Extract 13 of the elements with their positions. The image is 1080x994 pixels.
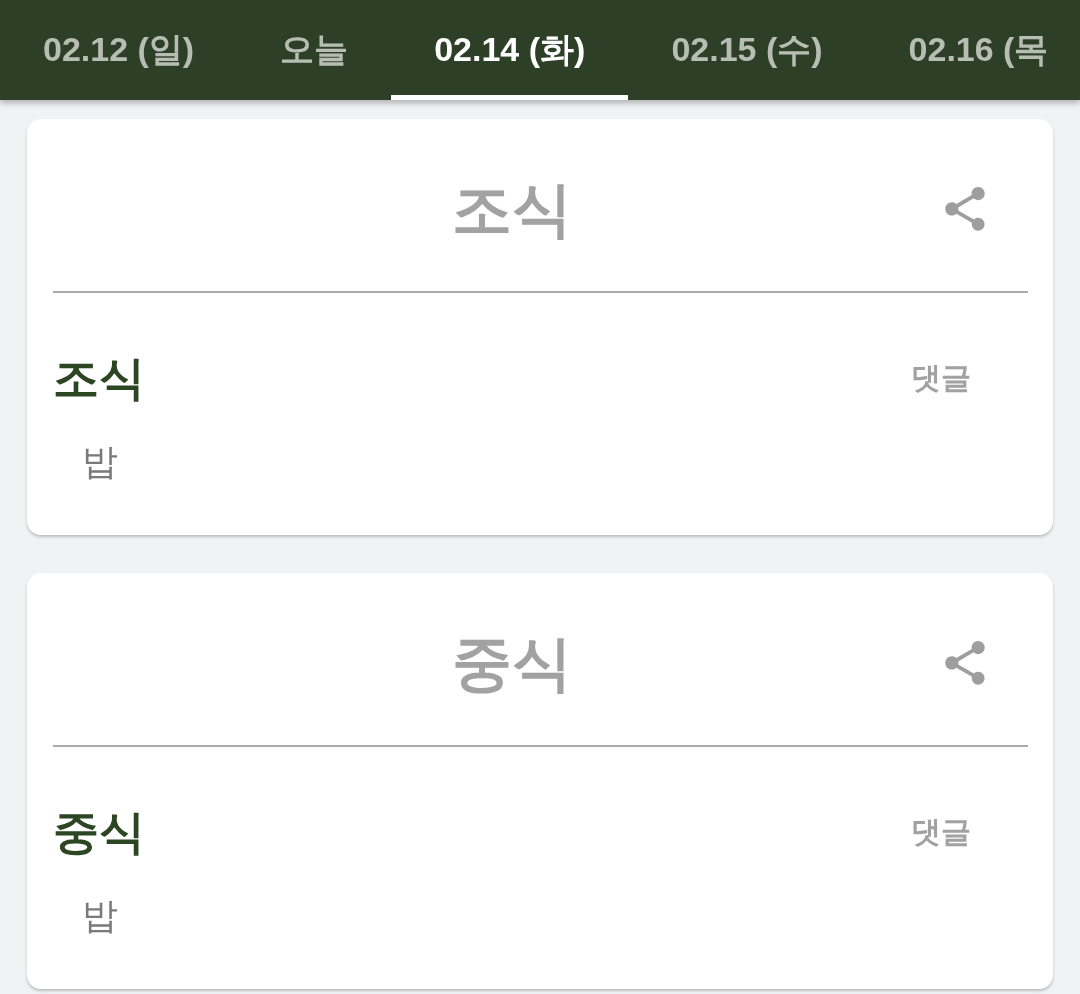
date-tab[interactable]: 02.16 (목 <box>865 0 1049 100</box>
share-icon[interactable] <box>945 641 985 685</box>
meal-heading: 중식 <box>53 805 145 860</box>
meal-heading: 조식 <box>53 351 145 406</box>
date-tab[interactable]: 오늘 <box>237 0 392 100</box>
meal-title: 조식 <box>451 175 573 245</box>
date-tab[interactable]: 02.15 (수) <box>628 0 866 100</box>
date-tab[interactable]: 02.12 (일) <box>0 0 238 100</box>
date-tab[interactable]: 02.14 (화) <box>391 0 629 100</box>
menu-item: 밥 <box>81 894 118 938</box>
menu-item: 밥 <box>81 440 118 484</box>
share-icon[interactable] <box>945 187 985 231</box>
meal-title: 중식 <box>451 629 573 699</box>
